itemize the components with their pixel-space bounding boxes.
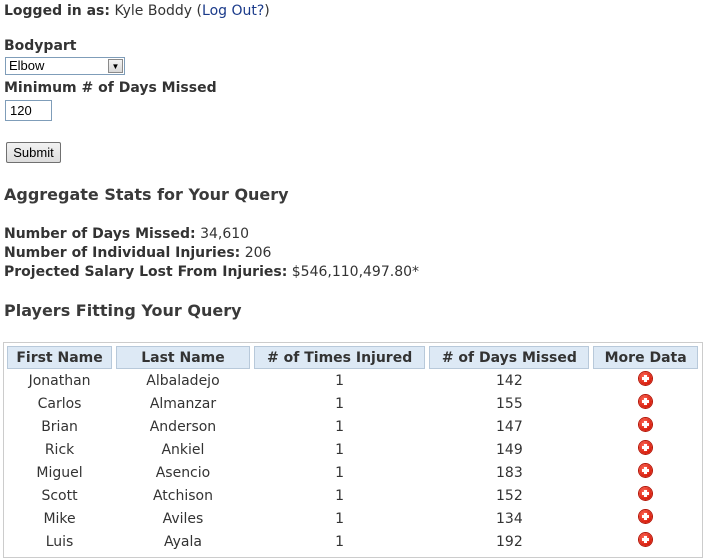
table-row: Rick Ankiel 1 149 <box>7 438 698 461</box>
stat-injuries-label: Number of Individual Injuries: <box>4 245 241 261</box>
cell-days-missed: 142 <box>496 372 523 389</box>
cell-more-data <box>593 369 698 392</box>
stat-injuries-value: 206 <box>244 245 272 261</box>
cell-first-name: Scott <box>41 487 78 504</box>
bodypart-label: Bodypart <box>4 38 77 54</box>
cell-times-injured: 1 <box>335 395 345 412</box>
cell-last-name: Asencio <box>155 464 211 481</box>
plus-circle-icon[interactable] <box>639 533 653 546</box>
stat-days-missed-value: 34,610 <box>200 226 250 242</box>
cell-first-name: Carlos <box>37 395 82 412</box>
min-days-input[interactable] <box>5 100 52 121</box>
stat-injuries: Number of Individual Injuries: 206 <box>4 244 271 262</box>
table-row: Brian Anderson 1 147 <box>7 415 698 438</box>
plus-circle-icon[interactable] <box>639 510 653 523</box>
cell-more-data <box>593 392 698 415</box>
cell-first-name: Jonathan <box>28 372 91 389</box>
players-table: First Name Last Name # of Times Injured … <box>3 346 702 553</box>
submit-button[interactable]: Submit <box>6 142 61 163</box>
login-username: Kyle Boddy <box>114 3 193 19</box>
dropdown-arrow-icon[interactable]: ▼ <box>108 59 123 73</box>
plus-circle-icon[interactable] <box>639 441 653 454</box>
table-row: Jonathan Albaladejo 1 142 <box>7 369 698 392</box>
cell-days-missed: 155 <box>496 395 523 412</box>
cell-last-name: Albaladejo <box>146 372 220 389</box>
logout-link[interactable]: Log Out? <box>202 3 264 19</box>
stat-salary-label: Projected Salary Lost From Injuries: <box>4 264 288 280</box>
cell-first-name: Miguel <box>36 464 83 481</box>
cell-days-missed: 192 <box>496 533 523 550</box>
cell-times-injured: 1 <box>335 372 345 389</box>
cell-first-name: Mike <box>43 510 76 527</box>
stat-salary-value: $546,110,497.80* <box>291 264 420 280</box>
plus-circle-icon[interactable] <box>639 418 653 431</box>
cell-more-data <box>593 530 698 553</box>
stat-days-missed-label: Number of Days Missed: <box>4 226 196 242</box>
cell-last-name: Atchison <box>152 487 213 504</box>
cell-days-missed: 134 <box>496 510 523 527</box>
cell-last-name: Almanzar <box>149 395 217 412</box>
cell-days-missed: 147 <box>496 418 523 435</box>
login-close-paren: ) <box>264 3 270 19</box>
aggregate-heading: Aggregate Stats for Your Query <box>4 185 289 204</box>
login-label: Logged in as: <box>4 3 110 19</box>
cell-first-name: Rick <box>44 441 75 458</box>
plus-circle-icon[interactable] <box>639 372 653 385</box>
cell-first-name: Luis <box>45 533 74 550</box>
table-row: Carlos Almanzar 1 155 <box>7 392 698 415</box>
table-row: Scott Atchison 1 152 <box>7 484 698 507</box>
cell-times-injured: 1 <box>335 487 345 504</box>
plus-circle-icon[interactable] <box>639 395 653 408</box>
table-row: Mike Aviles 1 134 <box>7 507 698 530</box>
cell-days-missed: 149 <box>496 441 523 458</box>
bodypart-select[interactable]: Elbow ▼ <box>5 57 125 75</box>
bodypart-select-value: Elbow <box>9 58 45 73</box>
min-days-label: Minimum # of Days Missed <box>4 80 217 96</box>
cell-times-injured: 1 <box>335 533 345 550</box>
cell-more-data <box>593 438 698 461</box>
cell-times-injured: 1 <box>335 464 345 481</box>
plus-circle-icon[interactable] <box>639 464 653 477</box>
cell-times-injured: 1 <box>335 441 345 458</box>
stat-salary: Projected Salary Lost From Injuries: $54… <box>4 263 419 281</box>
stat-days-missed: Number of Days Missed: 34,610 <box>4 225 249 243</box>
players-table-container: First Name Last Name # of Times Injured … <box>3 342 703 558</box>
cell-more-data <box>593 507 698 530</box>
cell-first-name: Brian <box>41 418 78 435</box>
column-header-days-missed[interactable]: # of Days Missed <box>429 346 590 369</box>
cell-more-data <box>593 461 698 484</box>
cell-last-name: Ankiel <box>161 441 205 458</box>
plus-circle-icon[interactable] <box>639 487 653 500</box>
table-header-row: First Name Last Name # of Times Injured … <box>7 346 698 369</box>
table-row: Miguel Asencio 1 183 <box>7 461 698 484</box>
column-header-first-name[interactable]: First Name <box>7 346 113 369</box>
cell-more-data <box>593 415 698 438</box>
column-header-last-name[interactable]: Last Name <box>116 346 250 369</box>
cell-times-injured: 1 <box>335 510 345 527</box>
players-heading: Players Fitting Your Query <box>4 301 242 320</box>
cell-days-missed: 183 <box>496 464 523 481</box>
cell-last-name: Aviles <box>162 510 204 527</box>
cell-last-name: Anderson <box>149 418 217 435</box>
cell-more-data <box>593 484 698 507</box>
column-header-times-injured[interactable]: # of Times Injured <box>253 346 426 369</box>
cell-days-missed: 152 <box>496 487 523 504</box>
cell-times-injured: 1 <box>335 418 345 435</box>
cell-last-name: Ayala <box>163 533 202 550</box>
table-row: Luis Ayala 1 192 <box>7 530 698 553</box>
login-status: Logged in as: Kyle Boddy (Log Out?) <box>4 1 270 21</box>
column-header-more-data: More Data <box>593 346 698 369</box>
